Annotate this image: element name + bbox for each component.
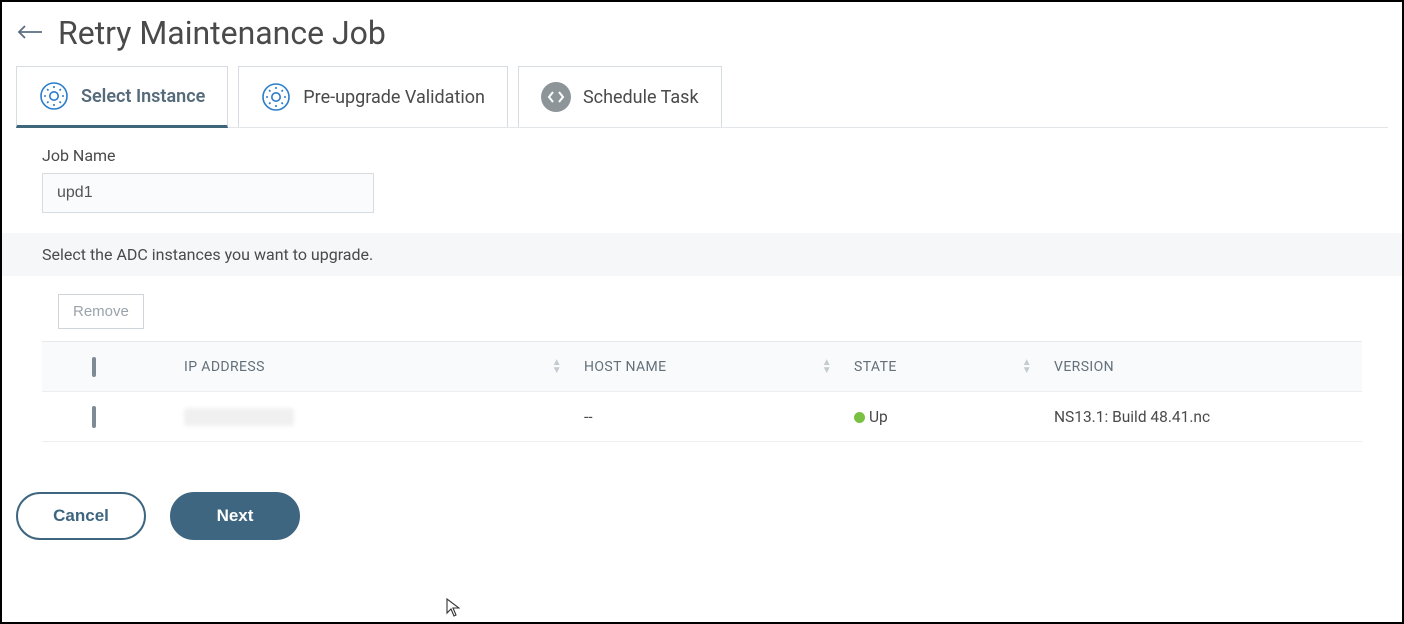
tab-pre-upgrade-validation[interactable]: Pre-upgrade Validation — [238, 66, 508, 127]
remove-button[interactable]: Remove — [58, 294, 144, 329]
cell-version: NS13.1: Build 48.41.nc — [1042, 394, 1362, 440]
cell-host: -- — [572, 394, 842, 440]
table-row: -- Up NS13.1: Build 48.41.nc — [42, 392, 1362, 442]
gear-icon — [39, 81, 69, 111]
gear-icon — [261, 82, 291, 112]
redacted-ip — [184, 408, 294, 426]
col-version[interactable]: VERSION — [1042, 345, 1362, 389]
table-header: IP ADDRESS ▲▼ HOST NAME ▲▼ STATE ▲▼ VERS… — [42, 342, 1362, 392]
col-host[interactable]: HOST NAME ▲▼ — [572, 345, 842, 389]
code-icon — [541, 82, 571, 112]
page-title: Retry Maintenance Job — [58, 14, 386, 52]
sort-icon: ▲▼ — [1022, 359, 1032, 375]
row-checkbox[interactable] — [92, 406, 96, 428]
cursor-icon — [446, 598, 460, 622]
next-button[interactable]: Next — [170, 492, 300, 540]
tab-label: Schedule Task — [583, 87, 699, 108]
job-name-input[interactable] — [42, 173, 374, 213]
status-dot-icon — [854, 412, 865, 423]
cell-state: Up — [842, 394, 1042, 440]
wizard-tabs: Select Instance Pre-upgrade Validation S… — [16, 66, 1388, 128]
col-ip[interactable]: IP ADDRESS ▲▼ — [172, 345, 572, 389]
cancel-button[interactable]: Cancel — [16, 492, 146, 540]
tab-schedule-task[interactable]: Schedule Task — [518, 66, 722, 127]
col-state[interactable]: STATE ▲▼ — [842, 345, 1042, 389]
instruction-text: Select the ADC instances you want to upg… — [2, 233, 1402, 276]
tab-label: Pre-upgrade Validation — [303, 87, 485, 108]
tab-select-instance[interactable]: Select Instance — [16, 66, 228, 128]
sort-icon: ▲▼ — [822, 359, 832, 375]
instance-table: Remove IP ADDRESS ▲▼ HOST NAME ▲▼ STATE … — [2, 276, 1402, 442]
sort-icon: ▲▼ — [552, 359, 562, 375]
cell-ip — [172, 394, 572, 440]
job-name-label: Job Name — [42, 146, 1362, 165]
select-all-checkbox[interactable] — [92, 357, 96, 377]
tab-label: Select Instance — [81, 86, 205, 107]
back-icon[interactable] — [16, 21, 44, 45]
